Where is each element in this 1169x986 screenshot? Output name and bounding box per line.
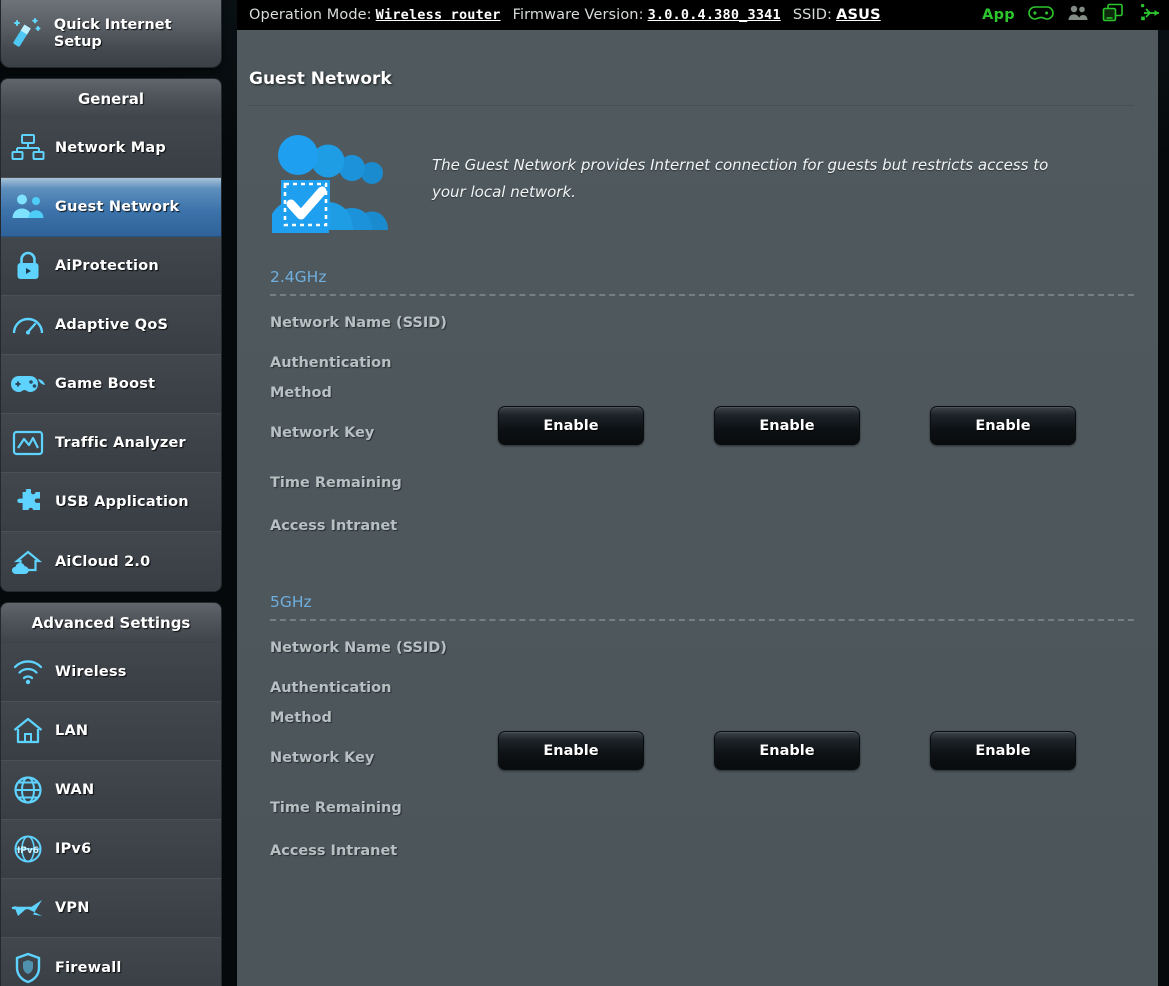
row-label-method: Method bbox=[270, 385, 332, 401]
enable-button-1[interactable]: Enable bbox=[498, 731, 644, 770]
enable-button-2[interactable]: Enable bbox=[714, 406, 860, 445]
magic-wand-icon bbox=[1, 14, 54, 54]
sidebar-item-ipv6[interactable]: IPv6 IPv6 bbox=[1, 820, 221, 879]
sidebar-item-label: AiProtection bbox=[55, 258, 159, 274]
band-rows: Network Name (SSID) Authentication Metho… bbox=[270, 296, 1134, 541]
band-rows: Network Name (SSID) Authentication Metho… bbox=[270, 621, 1134, 866]
vpn-key-icon bbox=[1, 894, 55, 922]
quick-internet-setup-button[interactable]: Quick Internet Setup bbox=[0, 0, 222, 68]
operation-mode-value[interactable]: Wireless router bbox=[376, 7, 501, 23]
gamepad-icon bbox=[1, 371, 55, 397]
sidebar-section-advanced: Advanced Settings bbox=[0, 602, 222, 643]
row-label-authentication: Authentication bbox=[270, 355, 392, 371]
band-section-2-4ghz: 2.4GHz Network Name (SSID) Authenticatio… bbox=[237, 268, 1158, 541]
sidebar: Quick Internet Setup General Network Map bbox=[0, 0, 222, 986]
sidebar-item-traffic-analyzer[interactable]: Traffic Analyzer bbox=[1, 414, 221, 473]
sidebar-item-label: Traffic Analyzer bbox=[55, 435, 186, 451]
sidebar-item-label: LAN bbox=[55, 723, 89, 739]
enable-button-3[interactable]: Enable bbox=[930, 731, 1076, 770]
sidebar-item-vpn[interactable]: VPN bbox=[1, 879, 221, 938]
sidebar-item-usb-application[interactable]: USB Application bbox=[1, 473, 221, 532]
row-label-ssid: Network Name (SSID) bbox=[270, 315, 447, 331]
page-title: Guest Network bbox=[249, 69, 392, 89]
network-map-icon bbox=[1, 133, 55, 163]
sidebar-item-label: WAN bbox=[55, 782, 95, 798]
band-section-5ghz: 5GHz Network Name (SSID) Authentication … bbox=[237, 593, 1158, 866]
sidebar-item-network-map[interactable]: Network Map bbox=[1, 119, 221, 178]
guest-network-icon bbox=[1, 192, 55, 222]
intro-block: The Guest Network provides Internet conn… bbox=[237, 106, 1158, 244]
globe-icon bbox=[1, 775, 55, 805]
ssid-label: SSID: bbox=[792, 7, 833, 23]
sidebar-item-guest-network[interactable]: Guest Network bbox=[1, 178, 221, 237]
shield-icon bbox=[1, 952, 55, 984]
sidebar-item-wireless[interactable]: Wireless bbox=[1, 643, 221, 702]
svg-text:IPv6: IPv6 bbox=[17, 846, 39, 856]
sidebar-item-label: VPN bbox=[55, 900, 90, 916]
gauge-icon bbox=[1, 310, 55, 340]
sidebar-item-aicloud[interactable]: AiCloud 2.0 bbox=[1, 532, 221, 591]
puzzle-icon bbox=[1, 487, 55, 517]
row-label-access-intranet: Access Intranet bbox=[270, 518, 398, 534]
home-icon bbox=[1, 716, 55, 746]
enable-button-1[interactable]: Enable bbox=[498, 406, 644, 445]
cloud-home-icon bbox=[1, 547, 55, 577]
sidebar-item-label: IPv6 bbox=[55, 841, 92, 857]
sidebar-item-aiprotection[interactable]: AiProtection bbox=[1, 237, 221, 296]
users-icon[interactable] bbox=[1067, 4, 1089, 26]
sidebar-menu-general: Network Map Guest Network AiProtection A… bbox=[0, 119, 222, 592]
enable-button-3[interactable]: Enable bbox=[930, 406, 1076, 445]
usb-icon[interactable] bbox=[1137, 3, 1161, 26]
sidebar-item-label: Wireless bbox=[55, 664, 127, 680]
row-label-method: Method bbox=[270, 710, 332, 726]
sidebar-item-label: Adaptive QoS bbox=[55, 317, 169, 333]
sidebar-item-lan[interactable]: LAN bbox=[1, 702, 221, 761]
enable-button-row: Enable Enable Enable bbox=[498, 731, 1076, 770]
row-label-authentication: Authentication bbox=[270, 680, 392, 696]
row-label-time-remaining: Time Remaining bbox=[270, 475, 402, 491]
sidebar-item-label: USB Application bbox=[55, 494, 189, 510]
sidebar-item-label: Firewall bbox=[55, 959, 122, 976]
ssid-value[interactable]: ASUS bbox=[836, 7, 881, 23]
app-label[interactable]: App bbox=[982, 7, 1015, 23]
wifi-icon bbox=[1, 658, 55, 686]
chart-icon bbox=[1, 428, 55, 458]
lock-icon bbox=[1, 250, 55, 282]
row-label-access-intranet: Access Intranet bbox=[270, 843, 398, 859]
operation-mode-label: Operation Mode: bbox=[249, 7, 372, 23]
monitor-icon[interactable] bbox=[1102, 3, 1124, 27]
enable-button-row: Enable Enable Enable bbox=[498, 406, 1076, 445]
guest-network-description: The Guest Network provides Internet conn… bbox=[432, 156, 1049, 201]
sidebar-item-label: Game Boost bbox=[55, 376, 156, 392]
firmware-label: Firmware Version: bbox=[512, 7, 644, 23]
row-label-time-remaining: Time Remaining bbox=[270, 800, 402, 816]
sidebar-item-label: AiCloud 2.0 bbox=[55, 553, 151, 570]
band-title: 2.4GHz bbox=[270, 268, 327, 286]
sidebar-item-firewall[interactable]: Firewall bbox=[1, 938, 221, 986]
gamepad-icon[interactable] bbox=[1028, 4, 1054, 26]
sidebar-menu-advanced: Wireless LAN WAN IPv6 IPv6 VPN Firewall bbox=[0, 643, 222, 986]
status-topbar: Operation Mode: Wireless router Firmware… bbox=[237, 0, 1169, 30]
sidebar-item-adaptive-qos[interactable]: Adaptive QoS bbox=[1, 296, 221, 355]
topbar-icon-group: App bbox=[982, 0, 1161, 30]
sidebar-item-label: Guest Network bbox=[55, 199, 180, 215]
ipv6-globe-icon: IPv6 bbox=[1, 834, 55, 864]
guest-people-check-icon bbox=[267, 130, 417, 244]
row-label-ssid: Network Name (SSID) bbox=[270, 640, 447, 656]
firmware-value[interactable]: 3.0.0.4.380_3341 bbox=[648, 7, 781, 23]
quick-internet-setup-label: Quick Internet Setup bbox=[53, 16, 172, 50]
sidebar-item-game-boost[interactable]: Game Boost bbox=[1, 355, 221, 414]
sidebar-item-wan[interactable]: WAN bbox=[1, 761, 221, 820]
band-title: 5GHz bbox=[270, 593, 312, 611]
enable-button-2[interactable]: Enable bbox=[714, 731, 860, 770]
sidebar-item-label: Network Map bbox=[55, 140, 166, 156]
main-content-panel: Guest Network The Guest Network provides… bbox=[237, 30, 1158, 986]
router-admin-page: Operation Mode: Wireless router Firmware… bbox=[0, 0, 1169, 986]
sidebar-section-general: General bbox=[0, 78, 222, 119]
